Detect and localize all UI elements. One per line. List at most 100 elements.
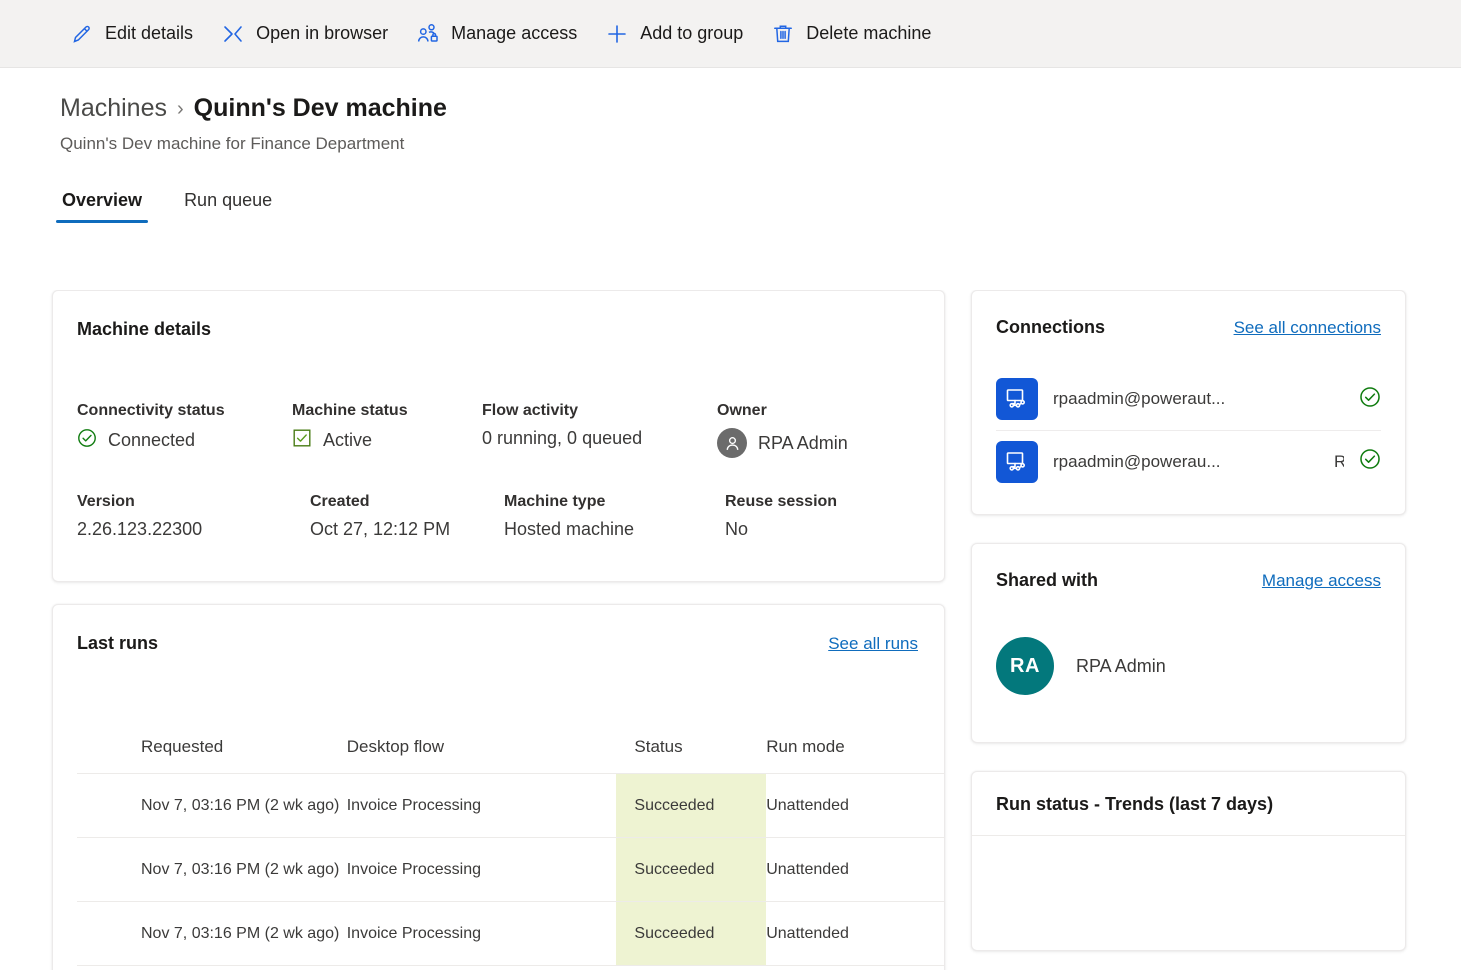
tab-overview-label: Overview: [62, 190, 143, 210]
field-label: Owner: [717, 402, 767, 419]
add-to-group-label: Add to group: [640, 23, 744, 43]
delete-machine-button[interactable]: Delete machine: [757, 14, 945, 54]
column-header-status[interactable]: Status: [616, 737, 766, 757]
field-created: Created Oct 27, 12:12 PM: [292, 493, 482, 540]
field-flow-activity: Flow activity 0 running, 0 queued: [482, 402, 717, 458]
column-header-run-mode[interactable]: Run mode: [766, 737, 944, 757]
last-runs-title: Last runs: [77, 633, 159, 653]
open-in-browser-button[interactable]: Open in browser: [207, 14, 402, 54]
see-all-runs-link[interactable]: See all runs: [828, 634, 918, 654]
field-label: Flow activity: [482, 402, 579, 419]
field-label: Created: [310, 493, 370, 510]
edit-details-button[interactable]: Edit details: [56, 14, 207, 54]
shared-with-card: Shared with Manage access RA RPA Admin: [971, 543, 1406, 743]
page-title: Quinn's Dev machine: [193, 94, 447, 122]
check-circle-icon: [1359, 448, 1381, 475]
see-all-connections-link[interactable]: See all connections: [1234, 318, 1381, 338]
last-runs-table: Requested Desktop flow Status Run mode N…: [77, 720, 944, 966]
field-value: 0 running, 0 queued: [482, 428, 643, 448]
cell-run-mode: Unattended: [766, 924, 849, 942]
shared-person-name: RPA Admin: [1076, 655, 1166, 676]
connections-title: Connections: [996, 317, 1106, 337]
last-runs-header: Last runs See all runs: [77, 633, 944, 654]
add-to-group-button[interactable]: Add to group: [591, 14, 757, 54]
check-circle-icon: [1359, 386, 1381, 413]
avatar: RA: [996, 637, 1054, 695]
column-header-desktop-flow[interactable]: Desktop flow: [347, 737, 617, 757]
cell-run-mode: Unattended: [766, 796, 849, 814]
connection-extra: R: [1334, 451, 1344, 471]
tab-list: Overview Run queue: [56, 186, 1461, 223]
field-machine-type: Machine type Hosted machine: [482, 493, 717, 540]
trash-icon: [771, 22, 795, 46]
people-lock-icon: [416, 22, 440, 46]
field-value: Active: [323, 430, 373, 450]
cell-run-mode: Unattended: [766, 860, 849, 878]
table-row[interactable]: Nov 7, 03:16 PM (2 wk ago) Invoice Proce…: [77, 902, 944, 966]
field-owner: Owner RPA Admin: [717, 402, 944, 458]
cell-desktop-flow: Invoice Processing: [346, 924, 482, 942]
cell-status: Succeeded: [616, 774, 767, 837]
cell-status: Succeeded: [616, 902, 767, 965]
manage-access-link[interactable]: Manage access: [1262, 571, 1381, 591]
field-label: Machine status: [292, 402, 408, 419]
tab-overview[interactable]: Overview: [56, 186, 149, 223]
breadcrumb-separator-icon: ›: [177, 97, 184, 120]
right-column: Connections See all connections rpaadmin…: [971, 290, 1406, 951]
manage-access-button[interactable]: Manage access: [402, 14, 591, 54]
connections-card: Connections See all connections rpaadmin…: [971, 290, 1406, 515]
machine-details-page: Edit details Open in browser Manage acce…: [0, 0, 1461, 970]
machine-details-card: Machine details Connectivity status Conn…: [52, 290, 945, 582]
field-value: RPA Admin: [758, 432, 848, 453]
connection-name: rpaadmin@poweraut...: [1053, 389, 1226, 408]
machine-connection-icon: [996, 440, 1038, 483]
machine-connection-icon: [996, 378, 1038, 420]
field-value-wrap: Active: [292, 428, 482, 453]
left-column: Machine details Connectivity status Conn…: [52, 290, 945, 970]
open-in-browser-label: Open in browser: [256, 23, 389, 43]
list-item[interactable]: rpaadmin@poweraut...: [996, 368, 1381, 430]
field-value: Oct 27, 12:12 PM: [310, 519, 451, 539]
cell-requested: Nov 7, 03:16 PM (2 wk ago): [141, 796, 340, 814]
check-circle-icon: [77, 428, 97, 453]
page-header: Machines › Quinn's Dev machine Quinn's D…: [0, 68, 1461, 154]
shared-with-title: Shared with: [996, 570, 1099, 590]
connection-name: rpaadmin@powerau...: [1053, 451, 1221, 471]
breadcrumb-parent-link[interactable]: Machines: [60, 94, 167, 123]
column-header-requested[interactable]: Requested: [77, 737, 347, 757]
cell-status: Succeeded: [616, 838, 767, 901]
field-label: Machine type: [504, 493, 606, 510]
connections-list: rpaadmin@poweraut... rpaadmin@powerau...…: [996, 368, 1381, 492]
run-status-trends-chart-area: [972, 836, 1405, 936]
tab-run-queue-label: Run queue: [184, 190, 273, 210]
run-status-trends-card: Run status - Trends (last 7 days): [971, 771, 1406, 951]
cell-desktop-flow: Invoice Processing: [346, 860, 482, 878]
field-value: 2.26.123.22300: [77, 519, 203, 539]
list-item[interactable]: RA RPA Admin: [996, 637, 1381, 695]
field-value-wrap: RPA Admin: [717, 428, 944, 458]
field-connectivity-status: Connectivity status Connected: [77, 402, 292, 458]
field-value-wrap: 0 running, 0 queued: [482, 428, 717, 449]
breadcrumb: Machines › Quinn's Dev machine: [60, 94, 1461, 123]
table-header-row: Requested Desktop flow Status Run mode: [77, 720, 944, 774]
list-item[interactable]: rpaadmin@powerau... R: [996, 430, 1381, 492]
table-row[interactable]: Nov 7, 03:16 PM (2 wk ago) Invoice Proce…: [77, 774, 944, 838]
table-row[interactable]: Nov 7, 03:16 PM (2 wk ago) Invoice Proce…: [77, 838, 944, 902]
field-value: Connected: [108, 430, 196, 450]
run-status-trends-title: Run status - Trends (last 7 days): [972, 772, 1405, 836]
command-bar: Edit details Open in browser Manage acce…: [0, 0, 1461, 68]
delete-machine-label: Delete machine: [806, 23, 932, 43]
field-version: Version 2.26.123.22300: [77, 493, 292, 540]
content-area: Machine details Connectivity status Conn…: [0, 290, 1461, 970]
open-in-browser-icon: [221, 22, 245, 46]
connections-header: Connections See all connections: [996, 317, 1381, 338]
field-label: Version: [77, 493, 135, 510]
last-runs-card: Last runs See all runs Requested Desktop…: [52, 604, 945, 970]
person-avatar-icon: [717, 428, 747, 458]
cell-requested: Nov 7, 03:16 PM (2 wk ago): [141, 860, 340, 878]
cell-desktop-flow: Invoice Processing: [346, 796, 482, 814]
field-machine-status: Machine status Active: [292, 402, 482, 458]
field-value-wrap: Connected: [77, 428, 292, 453]
tab-run-queue[interactable]: Run queue: [178, 186, 278, 223]
page-subtitle: Quinn's Dev machine for Finance Departme…: [60, 134, 405, 153]
